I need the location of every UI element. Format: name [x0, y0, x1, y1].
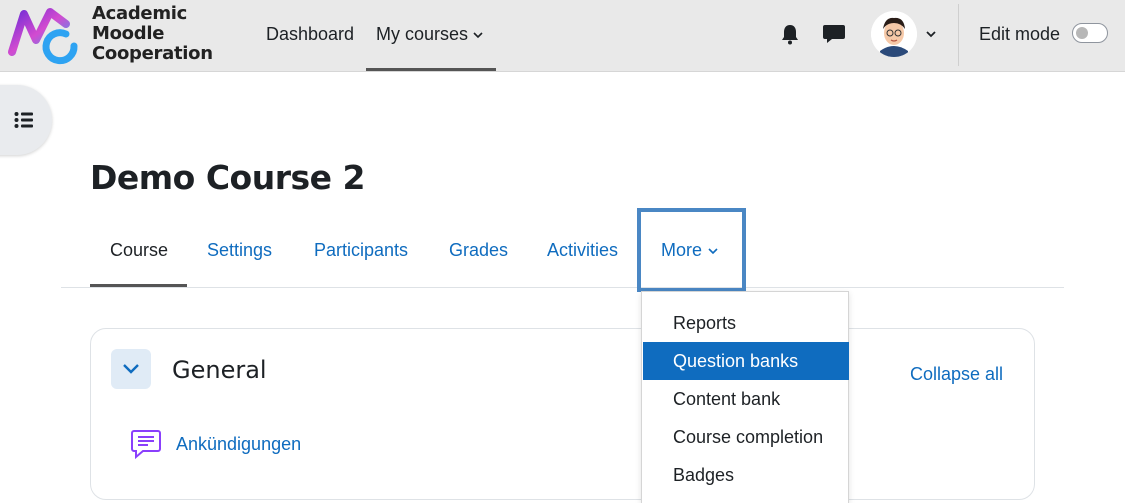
moodle-logo[interactable] [6, 4, 82, 66]
more-tab-highlight [637, 208, 746, 292]
secondary-nav-divider [61, 287, 1064, 288]
tab-participants[interactable]: Participants [314, 240, 408, 261]
tab-course[interactable]: Course [110, 240, 168, 261]
section-title: General [172, 356, 267, 384]
more-dropdown-menu: Reports Question banks Content bank Cour… [641, 291, 849, 503]
brand-line-3: Cooperation [92, 43, 213, 64]
course-section-card [90, 328, 1035, 500]
user-menu-chevron-icon[interactable] [924, 27, 938, 41]
brand-line-1: Academic [92, 3, 188, 24]
course-index-drawer-button[interactable] [0, 85, 52, 155]
tab-active-indicator [90, 284, 187, 287]
menu-item-badges[interactable]: Badges [643, 456, 849, 494]
avatar-image [871, 11, 917, 57]
page-title: Demo Course 2 [90, 158, 365, 197]
nav-active-indicator [366, 68, 496, 71]
menu-item-question-banks[interactable]: Question banks [643, 342, 849, 380]
nav-dashboard[interactable]: Dashboard [266, 24, 354, 45]
list-icon [14, 112, 33, 128]
tab-grades[interactable]: Grades [449, 240, 508, 261]
edit-mode-label: Edit mode [979, 24, 1061, 44]
menu-item-course-completion[interactable]: Course completion [643, 418, 849, 456]
user-avatar[interactable] [871, 11, 917, 57]
tab-activities[interactable]: Activities [547, 240, 618, 261]
top-navbar: Academic Moodle Cooperation Dashboard My… [0, 0, 1125, 72]
edit-mode-toggle[interactable] [1072, 23, 1108, 43]
brand-name[interactable]: Academic Moodle Cooperation [92, 4, 213, 64]
chevron-down-icon [473, 32, 483, 39]
brand-line-2: Moodle [92, 23, 165, 44]
bell-icon[interactable] [779, 23, 801, 45]
nav-my-courses-label: My courses [376, 24, 469, 44]
section-collapse-button[interactable] [111, 349, 151, 389]
chevron-down-icon [123, 364, 139, 374]
tab-settings[interactable]: Settings [207, 240, 272, 261]
forum-icon [131, 430, 161, 460]
collapse-all-link[interactable]: Collapse all [910, 364, 1003, 385]
chat-icon[interactable] [822, 23, 846, 45]
toggle-knob [1076, 27, 1088, 39]
menu-item-reports[interactable]: Reports [643, 304, 849, 342]
activity-link-announcements[interactable]: Ankündigungen [176, 434, 301, 455]
menu-item-content-bank[interactable]: Content bank [643, 380, 849, 418]
navbar-divider [958, 4, 959, 66]
nav-my-courses[interactable]: My courses [376, 24, 484, 45]
